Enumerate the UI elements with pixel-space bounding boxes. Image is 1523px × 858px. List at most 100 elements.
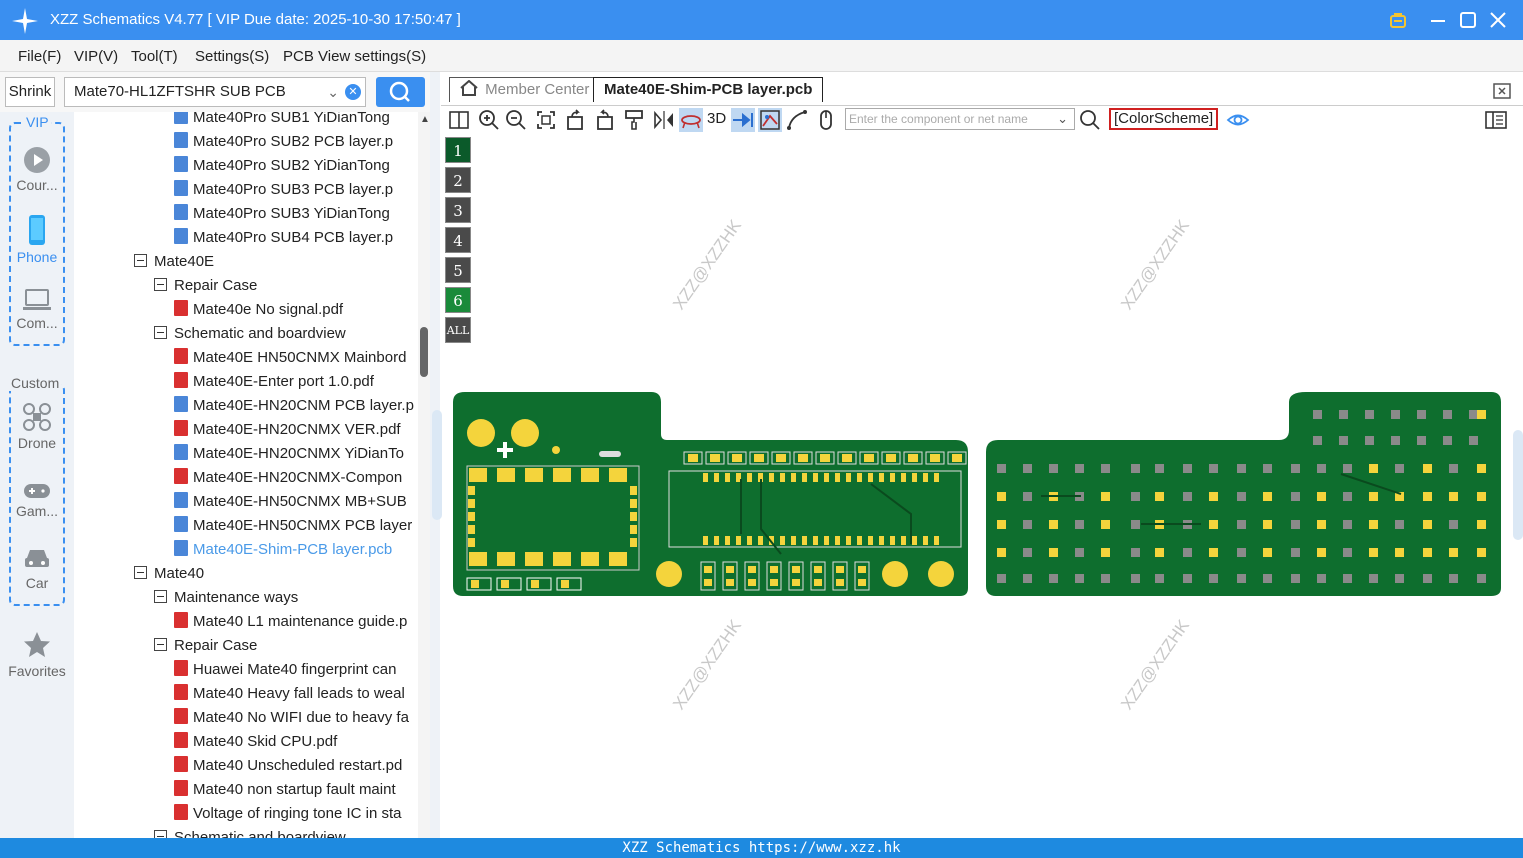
- smd-pad: [754, 454, 764, 462]
- collapse-toggle-icon[interactable]: [154, 830, 167, 838]
- menu-file[interactable]: File(F): [18, 48, 61, 65]
- close-button[interactable]: [1486, 8, 1510, 32]
- collapse-toggle-icon[interactable]: [154, 590, 167, 603]
- tab-member-center[interactable]: Member Center: [449, 77, 601, 102]
- tree-file[interactable]: Mate40E-HN20CNMX YiDianTo: [174, 442, 418, 466]
- window-title: XZZ Schematics V4.77 [ VIP Due date: 202…: [50, 11, 461, 28]
- tree-file[interactable]: Mate40Pro SUB1 YiDianTong: [174, 112, 418, 130]
- clear-icon[interactable]: ✕: [345, 84, 361, 100]
- nav-drone[interactable]: Drone: [0, 402, 74, 451]
- nav-car-label: Car: [25, 575, 49, 591]
- zoom-out-icon[interactable]: [504, 108, 528, 132]
- net-highlight-icon[interactable]: [758, 108, 782, 132]
- tree-file[interactable]: Mate40Pro SUB2 PCB layer.p: [174, 130, 418, 154]
- flip-board-icon[interactable]: [679, 108, 703, 132]
- tree-file[interactable]: Mate40E-HN50CNMX MB+SUB: [174, 490, 418, 514]
- tree-folder[interactable]: Schematic and boardview: [154, 322, 418, 346]
- mirror-icon[interactable]: [652, 108, 676, 132]
- net-search-icon[interactable]: [1078, 108, 1102, 132]
- connector-pad: [599, 451, 621, 457]
- collapse-toggle-icon[interactable]: [134, 254, 147, 267]
- menu-pcb-view-settings[interactable]: PCB View settings(S): [283, 48, 426, 65]
- chevron-down-icon[interactable]: ⌄: [327, 78, 339, 106]
- nav-phone[interactable]: Phone: [0, 214, 74, 265]
- pcb-file-icon: [174, 228, 188, 244]
- side-panel-icon[interactable]: [1484, 108, 1508, 132]
- maximize-button[interactable]: [1456, 8, 1480, 32]
- vip-bag-icon[interactable]: [1386, 8, 1410, 32]
- tab-active-pcb[interactable]: Mate40E-Shim-PCB layer.pcb: [593, 77, 824, 102]
- tree-folder[interactable]: Schematic and boardview: [154, 826, 418, 838]
- menu-settings[interactable]: Settings(S): [195, 48, 269, 65]
- tree-file[interactable]: Mate40e No signal.pdf: [174, 298, 418, 322]
- tree-file[interactable]: Huawei Mate40 fingerprint can: [174, 658, 418, 682]
- star-icon: [24, 632, 50, 657]
- tree-folder[interactable]: Mate40: [134, 562, 418, 586]
- tree-file[interactable]: Mate40Pro SUB3 YiDianTong: [174, 202, 418, 226]
- tree-file[interactable]: Mate40Pro SUB2 YiDianTong: [174, 154, 418, 178]
- tree-scrollbar[interactable]: ▲: [418, 112, 430, 838]
- tree-file[interactable]: Mate40E-HN20CNM PCB layer.p: [174, 394, 418, 418]
- tree-file[interactable]: Mate40Pro SUB3 PCB layer.p: [174, 178, 418, 202]
- tree-folder[interactable]: Repair Case: [154, 634, 418, 658]
- pdf-file-icon: [174, 348, 188, 364]
- tree-file[interactable]: Voltage of ringing tone IC in sta: [174, 802, 418, 826]
- menu-vip[interactable]: VIP(V): [74, 48, 118, 65]
- tree-folder[interactable]: Repair Case: [154, 274, 418, 298]
- scrollbar-thumb[interactable]: [420, 327, 428, 377]
- tree-folder[interactable]: Maintenance ways: [154, 586, 418, 610]
- tree-folder[interactable]: Mate40E: [134, 250, 418, 274]
- tree-file[interactable]: Mate40 L1 maintenance guide.p: [174, 610, 418, 634]
- mouse-icon[interactable]: [814, 108, 838, 132]
- tree-file[interactable]: Mate40E HN50CNMX Mainbord: [174, 346, 418, 370]
- nav-course[interactable]: Cour...: [0, 146, 74, 193]
- nav-computer[interactable]: Com...: [0, 288, 74, 331]
- nav-game[interactable]: Gam...: [0, 482, 74, 519]
- nav-favorites-label: Favorites: [8, 663, 66, 679]
- smd-pad: [930, 454, 940, 462]
- collapse-toggle-icon[interactable]: [154, 638, 167, 651]
- collapse-toggle-icon[interactable]: [134, 566, 147, 579]
- menu-tool[interactable]: Tool(T): [131, 48, 178, 65]
- zoom-in-icon[interactable]: [477, 108, 501, 132]
- minimize-button[interactable]: [1426, 8, 1450, 32]
- menu-bar: File(F) VIP(V) Tool(T) Settings(S) PCB V…: [0, 40, 1523, 72]
- eye-icon[interactable]: [1226, 108, 1250, 132]
- tree-file[interactable]: Mate40 Unscheduled restart.pd: [174, 754, 418, 778]
- split-view-icon[interactable]: [447, 108, 471, 132]
- fit-view-icon[interactable]: [534, 108, 558, 132]
- smd-pad: [609, 552, 627, 566]
- nav-car[interactable]: Car: [0, 546, 74, 591]
- net-dropdown-icon[interactable]: ⌄: [1057, 109, 1068, 129]
- tree-file[interactable]: Mate40 non startup fault maint: [174, 778, 418, 802]
- smd-pad: [776, 454, 786, 462]
- tree-file[interactable]: Mate40 No WIFI due to heavy fa: [174, 706, 418, 730]
- tree-file[interactable]: Mate40 Heavy fall leads to weal: [174, 682, 418, 706]
- color-scheme-button[interactable]: [ColorScheme]: [1109, 108, 1219, 130]
- search-button[interactable]: [376, 77, 425, 107]
- tree-file[interactable]: Mate40 Skid CPU.pdf: [174, 730, 418, 754]
- collapse-toggle-icon[interactable]: [154, 278, 167, 291]
- pin-arrow-icon[interactable]: [731, 108, 755, 132]
- tree-file[interactable]: Mate40Pro SUB4 PCB layer.p: [174, 226, 418, 250]
- nav-game-label: Gam...: [15, 503, 58, 519]
- paint-brush-icon[interactable]: [622, 108, 646, 132]
- tree-file[interactable]: Mate40E-HN20CNMX VER.pdf: [174, 418, 418, 442]
- close-tab-icon[interactable]: [1492, 80, 1512, 100]
- trace-icon[interactable]: [785, 108, 809, 132]
- 3d-button[interactable]: 3D: [707, 110, 726, 127]
- tree-file[interactable]: Mate40E-HN20CNMX-Compon: [174, 466, 418, 490]
- tree-file[interactable]: Mate40E-HN50CNMX PCB layer: [174, 514, 418, 538]
- board-select[interactable]: Mate70-HL1ZFTSHR SUB PCB ⌄ ✕: [64, 77, 366, 107]
- nav-favorites[interactable]: Favorites: [0, 630, 74, 679]
- rotate-right-icon[interactable]: [592, 108, 616, 132]
- scroll-up-icon[interactable]: ▲: [420, 114, 430, 125]
- shrink-button[interactable]: Shrink: [5, 77, 55, 107]
- home-icon: [460, 79, 478, 96]
- pcb-canvas[interactable]: [441, 134, 1523, 838]
- tree-file[interactable]: Mate40E-Shim-PCB layer.pcb: [174, 538, 418, 562]
- tree-file[interactable]: Mate40E-Enter port 1.0.pdf: [174, 370, 418, 394]
- net-search-input[interactable]: Enter the component or net name ⌄: [845, 108, 1075, 130]
- rotate-left-icon[interactable]: [564, 108, 588, 132]
- collapse-toggle-icon[interactable]: [154, 326, 167, 339]
